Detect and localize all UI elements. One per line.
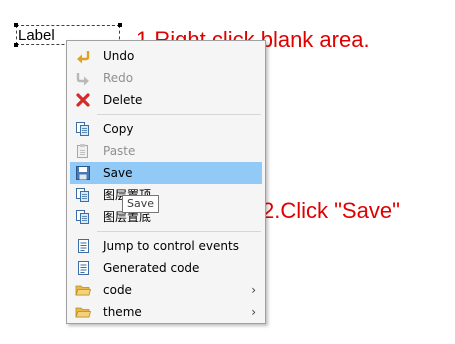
redo-icon (75, 70, 91, 86)
folder-icon (75, 282, 92, 298)
undo-icon (75, 48, 91, 64)
send-to-back-icon (75, 209, 91, 225)
menu-item-paste[interactable]: Paste (70, 140, 262, 162)
menu-item-label: Save (103, 166, 133, 180)
save-tooltip: Save (122, 195, 159, 213)
menu-item-layer-top[interactable]: 图层置顶 (70, 184, 262, 206)
menu-item-label: Delete (103, 93, 143, 107)
bring-to-front-icon (75, 187, 91, 203)
document-icon (75, 238, 91, 254)
menu-item-code[interactable]: code › (70, 279, 262, 301)
menu-item-copy[interactable]: Copy (70, 118, 262, 140)
menu-item-theme[interactable]: theme › (70, 301, 262, 323)
folder-icon (75, 304, 92, 320)
menu-item-jump-events[interactable]: Jump to control events (70, 235, 262, 257)
label-widget-text: Label (18, 27, 55, 44)
resize-handle-bottom-left[interactable] (14, 43, 18, 47)
paste-icon (75, 143, 91, 159)
menu-item-layer-bottom[interactable]: 图层置底 (70, 206, 262, 228)
menu-item-redo[interactable]: Redo (70, 67, 262, 89)
menu-item-label: Undo (103, 49, 135, 63)
menu-separator (97, 114, 261, 115)
menu-item-delete[interactable]: Delete (70, 89, 262, 111)
menu-item-generated-code[interactable]: Generated code (70, 257, 262, 279)
context-menu: Undo Redo Delete Copy Paste Save 图层置底 Ju… (66, 40, 266, 324)
menu-separator (97, 231, 261, 232)
menu-item-label: Redo (103, 71, 134, 85)
copy-icon (75, 121, 91, 137)
chevron-right-icon: › (251, 283, 256, 297)
instruction-step-2: 2.Click "Save" (262, 198, 400, 223)
chevron-right-icon: › (251, 305, 256, 319)
resize-handle-top-left[interactable] (14, 23, 18, 27)
menu-item-label: Jump to control events (103, 239, 239, 253)
menu-item-label: code (103, 283, 132, 297)
menu-item-save[interactable]: Save (70, 162, 262, 184)
document-icon (75, 260, 91, 276)
resize-handle-top-right[interactable] (118, 23, 122, 27)
delete-icon (75, 92, 91, 108)
menu-item-label: Paste (103, 144, 136, 158)
menu-item-label: Copy (103, 122, 134, 136)
menu-item-undo[interactable]: Undo (70, 45, 262, 67)
menu-item-label: theme (103, 305, 142, 319)
save-icon (75, 165, 91, 181)
menu-item-label: Generated code (103, 261, 200, 275)
